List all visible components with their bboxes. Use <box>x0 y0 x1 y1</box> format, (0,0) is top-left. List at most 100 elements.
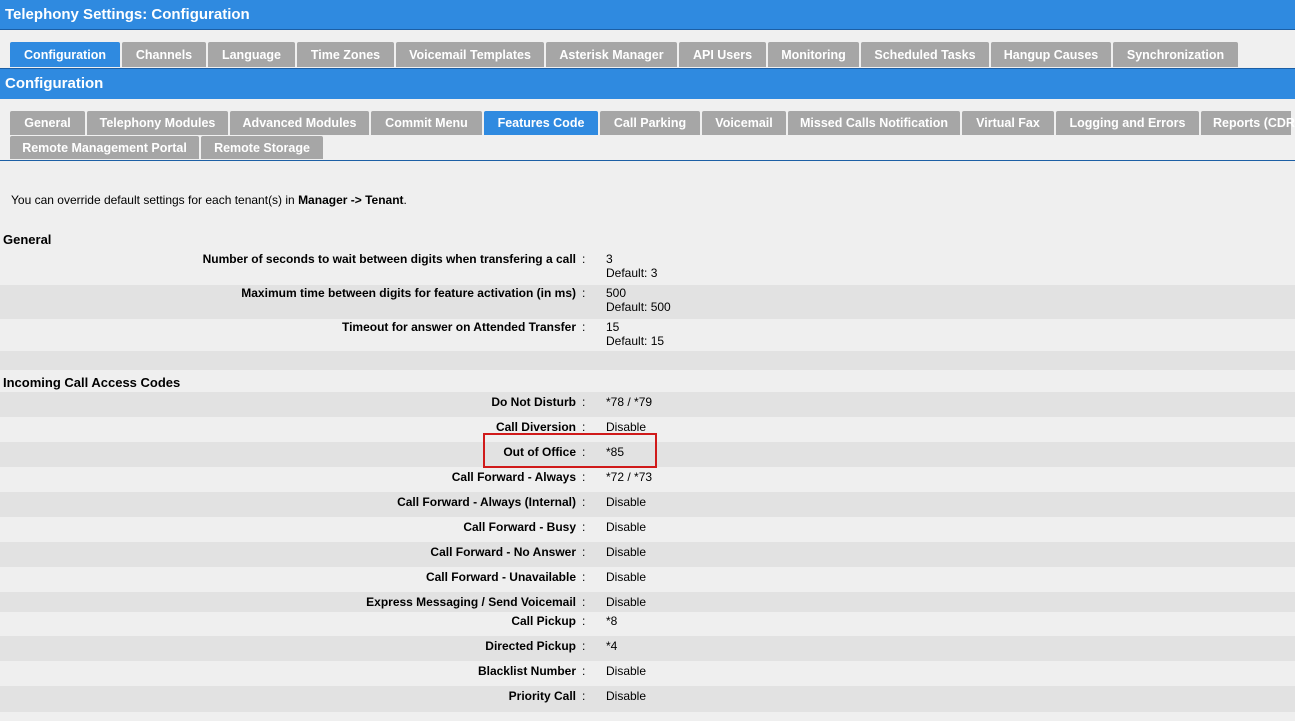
setting-value: *8 <box>606 614 618 628</box>
tab-channels[interactable]: Channels <box>122 42 206 67</box>
subtab-logging-and-errors[interactable]: Logging and Errors <box>1056 111 1199 135</box>
setting-value: 15 Default: 15 <box>606 320 664 348</box>
colon-separator: : <box>582 639 586 653</box>
tab-language[interactable]: Language <box>208 42 295 67</box>
main-tab-bar: Configuration Channels Language Time Zon… <box>0 30 1295 68</box>
setting-label: Do Not Disturb <box>491 395 576 409</box>
setting-row: Directed Pickup : *4 <box>0 636 1295 661</box>
colon-separator: : <box>582 420 586 434</box>
setting-value: Disable <box>606 595 647 609</box>
colon-separator: : <box>582 570 586 584</box>
colon-separator: : <box>582 286 586 300</box>
setting-value: Disable <box>606 545 647 559</box>
setting-label: Priority Call <box>508 689 576 703</box>
setting-value: Disable <box>606 570 647 584</box>
setting-value: Disable <box>606 664 647 678</box>
colon-separator: : <box>582 495 586 509</box>
setting-label: Directed Pickup <box>485 639 576 653</box>
setting-row: Timeout for answer on Attended Transfer … <box>0 319 1295 351</box>
default-value: Default: 500 <box>606 300 671 314</box>
colon-separator: : <box>582 395 586 409</box>
tab-synchronization[interactable]: Synchronization <box>1113 42 1238 67</box>
subtab-commit-menu[interactable]: Commit Menu <box>371 111 482 135</box>
current-value: 500 <box>606 286 627 300</box>
note-prefix: You can override default settings for ea… <box>11 193 299 207</box>
setting-row: Blacklist Number : Disable <box>0 661 1295 686</box>
setting-label: Call Forward - Always (Internal) <box>397 495 576 509</box>
section-title: Configuration <box>0 68 1295 99</box>
note-manager-tenant: Manager -> Tenant <box>298 193 404 207</box>
setting-label: Timeout for answer on Attended Transfer <box>341 320 576 334</box>
subtab-advanced-modules[interactable]: Advanced Modules <box>230 111 369 135</box>
tab-time-zones[interactable]: Time Zones <box>297 42 394 67</box>
colon-separator: : <box>582 595 586 609</box>
subtab-virtual-fax[interactable]: Virtual Fax <box>962 111 1054 135</box>
tab-monitoring[interactable]: Monitoring <box>768 42 859 67</box>
setting-row: Call Forward - Unavailable : Disable <box>0 567 1295 592</box>
colon-separator: : <box>582 614 586 628</box>
out-of-office-highlight-box <box>483 433 657 468</box>
subtab-features-code[interactable]: Features Code <box>484 111 598 135</box>
setting-value: Disable <box>606 520 647 534</box>
subtab-voicemail[interactable]: Voicemail <box>702 111 786 135</box>
setting-label: Call Forward - Busy <box>463 520 576 534</box>
features-code-panel: You can override default settings for ea… <box>0 161 1295 721</box>
colon-separator: : <box>582 320 586 334</box>
tab-voicemail-templates[interactable]: Voicemail Templates <box>396 42 544 67</box>
note-suffix: . <box>403 193 407 207</box>
setting-value: *4 <box>606 639 618 653</box>
section-heading-general: General <box>3 232 52 247</box>
setting-label: Express Messaging / Send Voicemail <box>366 595 576 609</box>
default-value: Default: 15 <box>606 334 665 348</box>
section-heading-incoming: Incoming Call Access Codes <box>3 375 181 390</box>
window-title: Telephony Settings: Configuration <box>0 0 1295 30</box>
subtab-remote-management-portal[interactable]: Remote Management Portal <box>10 136 199 159</box>
tab-hangup-causes[interactable]: Hangup Causes <box>991 42 1111 67</box>
setting-value: 3 Default: 3 <box>606 252 657 280</box>
setting-label: Call Diversion <box>495 420 576 434</box>
setting-value: Disable <box>606 495 647 509</box>
setting-value: Disable <box>606 420 647 434</box>
setting-label: Number of seconds to wait between digits… <box>202 252 576 266</box>
colon-separator: : <box>582 470 586 484</box>
subtab-telephony-modules[interactable]: Telephony Modules <box>87 111 228 135</box>
current-value: 15 <box>606 320 620 334</box>
setting-row: Maximum time between digits for feature … <box>0 285 1295 319</box>
colon-separator: : <box>582 664 586 678</box>
setting-row: Call Forward - Always : *72 / *73 <box>0 467 1295 492</box>
spacer-row <box>0 351 1295 370</box>
setting-row: Call Pickup : *8 <box>0 612 1295 636</box>
colon-separator: : <box>582 689 586 703</box>
setting-row: Number of seconds to wait between digits… <box>0 251 1295 285</box>
subtab-missed-calls-notification[interactable]: Missed Calls Notification <box>788 111 960 135</box>
subtab-call-parking[interactable]: Call Parking <box>600 111 700 135</box>
tab-asterisk-manager[interactable]: Asterisk Manager <box>546 42 677 67</box>
setting-value: *78 / *79 <box>606 395 653 409</box>
subtab-general[interactable]: General <box>10 111 85 135</box>
default-value: Default: 3 <box>606 266 658 280</box>
setting-label: Blacklist Number <box>477 664 576 678</box>
tab-api-users[interactable]: API Users <box>679 42 766 67</box>
colon-separator: : <box>582 252 586 266</box>
setting-row: Express Messaging / Send Voicemail : Dis… <box>0 592 1295 612</box>
subtab-reports-cdr[interactable]: Reports (CDR <box>1201 111 1295 135</box>
setting-value: 500 Default: 500 <box>606 286 671 314</box>
setting-row: Call Forward - Always (Internal) : Disab… <box>0 492 1295 517</box>
setting-label: Call Forward - Always <box>451 470 576 484</box>
current-value: 3 <box>606 252 613 266</box>
setting-row: Do Not Disturb : *78 / *79 <box>0 392 1295 417</box>
setting-row: Priority Call : Disable <box>0 686 1295 712</box>
tenant-override-note: You can override default settings for ea… <box>11 193 407 207</box>
sub-tab-bar-row1: General Telephony Modules Advanced Modul… <box>10 111 1295 135</box>
setting-label: Call Forward - No Answer <box>430 545 576 559</box>
tab-configuration[interactable]: Configuration <box>10 42 120 67</box>
colon-separator: : <box>582 545 586 559</box>
setting-value: Disable <box>606 689 647 703</box>
tab-scheduled-tasks[interactable]: Scheduled Tasks <box>861 42 989 67</box>
setting-value: *72 / *73 <box>606 470 653 484</box>
setting-label: Call Pickup <box>511 614 576 628</box>
sub-tab-bar-row2: Remote Management Portal Remote Storage <box>10 136 325 159</box>
setting-row: Call Forward - No Answer : Disable <box>0 542 1295 567</box>
subtab-remote-storage[interactable]: Remote Storage <box>201 136 323 159</box>
colon-separator: : <box>582 520 586 534</box>
